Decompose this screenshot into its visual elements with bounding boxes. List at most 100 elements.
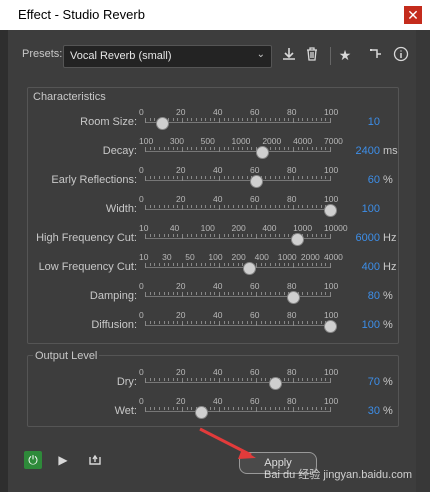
- slider-value[interactable]: 60: [340, 174, 380, 186]
- trash-icon[interactable]: [303, 46, 321, 64]
- slider-tick: [209, 292, 211, 295]
- slider-thumb[interactable]: [242, 262, 256, 275]
- slider-tick: [209, 407, 211, 410]
- slider-track[interactable]: [145, 411, 330, 412]
- slider-value[interactable]: 30: [340, 405, 380, 417]
- slider-value[interactable]: 10: [340, 116, 380, 128]
- slider-tick: [168, 147, 170, 150]
- slider-unit: Hz: [383, 232, 397, 244]
- slider-tick: [302, 147, 304, 150]
- slider-tick: [251, 378, 253, 381]
- slider-thumb[interactable]: [290, 233, 304, 246]
- slider-value[interactable]: 100: [340, 203, 380, 215]
- slider-track[interactable]: [145, 209, 330, 210]
- info-icon[interactable]: [392, 46, 410, 64]
- download-icon[interactable]: [280, 46, 298, 64]
- slider-thumb[interactable]: [324, 204, 337, 217]
- slider-tick: [283, 176, 285, 179]
- slider-track[interactable]: [145, 122, 330, 123]
- slider-tick: [172, 263, 174, 266]
- slider-tick: [219, 321, 220, 326]
- effect-window: Effect - Studio Reverb ✕ Presets: Vocal …: [0, 0, 430, 492]
- slider-tick: [195, 147, 197, 150]
- slider-tick: [260, 263, 262, 266]
- slider-tick: [279, 292, 281, 295]
- slider-tick: [251, 407, 253, 410]
- slider-thumb[interactable]: [324, 320, 337, 333]
- slider-value[interactable]: 2400: [340, 145, 380, 157]
- slider-thumb[interactable]: [194, 406, 208, 419]
- preset-dropdown[interactable]: Vocal Reverb (small) ⌄: [63, 45, 272, 68]
- slider-tick: [306, 147, 308, 150]
- slider-scale-label: 100: [324, 367, 339, 377]
- power-icon[interactable]: ⏻: [24, 451, 42, 469]
- slider-scale-label: 0: [139, 194, 144, 204]
- slider-track[interactable]: [145, 382, 330, 383]
- slider-track[interactable]: [145, 325, 330, 326]
- slider-value[interactable]: 70: [340, 376, 380, 388]
- slider-scale-label: 40: [213, 281, 223, 291]
- slider-scale-label: 10: [139, 252, 149, 262]
- slider-tick: [283, 263, 285, 266]
- export-icon[interactable]: [86, 451, 104, 469]
- slider-tick: [182, 407, 183, 412]
- slider-tick: [177, 118, 179, 121]
- slider-tick: [311, 378, 313, 381]
- slider-tick: [237, 407, 239, 410]
- slider-tick: [279, 118, 281, 121]
- slider-thumb[interactable]: [155, 117, 169, 130]
- slider-tick: [325, 292, 327, 295]
- slider-tick: [306, 292, 308, 295]
- slider-label: Dry:: [116, 376, 137, 388]
- slider-value[interactable]: 80: [340, 290, 380, 302]
- slider-tick: [306, 205, 308, 208]
- slider-tick: [172, 234, 174, 237]
- slider-tick: [223, 234, 225, 237]
- slider-track[interactable]: [145, 151, 330, 152]
- slider-tick: [246, 205, 248, 208]
- slider-thumb[interactable]: [250, 175, 263, 188]
- slider-thumb[interactable]: [255, 146, 269, 159]
- slider-tick: [200, 292, 202, 295]
- annotation-arrow-icon: [199, 427, 256, 459]
- routing-icon[interactable]: [367, 46, 385, 64]
- slider-tick: [228, 147, 230, 150]
- slider-tick: [182, 147, 183, 152]
- slider-tick: [154, 378, 156, 381]
- slider-tick: [246, 292, 248, 295]
- slider-value[interactable]: 400: [340, 261, 380, 273]
- slider-tick: [191, 321, 193, 324]
- slider-tick: [223, 205, 225, 208]
- slider-tick: [311, 118, 313, 121]
- slider-tick: [163, 321, 165, 324]
- slider-tick: [288, 234, 290, 237]
- slider-tick: [232, 205, 234, 208]
- slider-tick: [158, 176, 160, 179]
- slider-tick: [311, 205, 313, 208]
- slider-tick: [191, 292, 193, 295]
- play-icon[interactable]: ▶: [54, 451, 72, 469]
- slider-tick: [311, 321, 313, 324]
- slider-tick: [214, 321, 216, 324]
- slider-scale-label: 60: [250, 107, 260, 117]
- close-button[interactable]: ✕: [404, 6, 422, 24]
- slider-tick: [242, 147, 244, 150]
- slider-thumb[interactable]: [268, 377, 282, 390]
- slider-tick: [205, 176, 207, 179]
- slider-tick: [311, 147, 313, 150]
- slider-tick: [168, 205, 170, 208]
- slider-tick: [274, 176, 276, 179]
- slider-track[interactable]: [145, 267, 330, 268]
- slider-scale-label: 80: [287, 281, 297, 291]
- slider-track[interactable]: [145, 180, 330, 181]
- slider-value[interactable]: 6000: [340, 232, 380, 244]
- star-icon[interactable]: ★: [336, 46, 354, 64]
- slider-tick: [302, 205, 304, 208]
- slider-tick: [186, 263, 188, 266]
- slider-thumb[interactable]: [287, 291, 300, 304]
- slider-value[interactable]: 100: [340, 319, 380, 331]
- slider-track[interactable]: [145, 296, 330, 297]
- slider-tick: [274, 205, 276, 208]
- slider-scale-label: 60: [250, 194, 260, 204]
- slider-tick: [223, 292, 225, 295]
